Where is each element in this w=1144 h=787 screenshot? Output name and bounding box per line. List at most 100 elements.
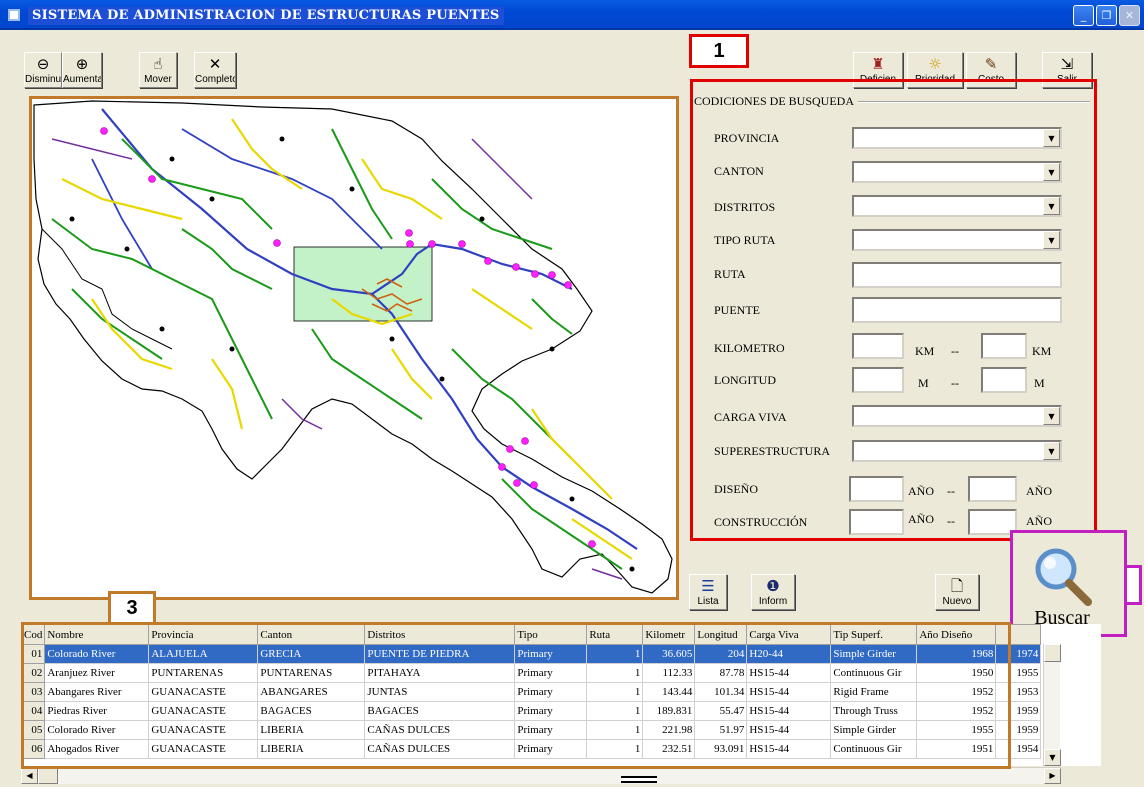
column-header[interactable]: Año Diseño: [916, 624, 997, 645]
table-cell[interactable]: 51.97: [694, 720, 748, 740]
bridge-marker[interactable]: [428, 240, 436, 248]
table-cell[interactable]: CAÑAS DULCES: [364, 720, 516, 740]
scroll-left-icon[interactable]: ◀: [21, 768, 38, 784]
vertical-scrollbar[interactable]: ▼: [1043, 644, 1061, 766]
bridge-marker[interactable]: [513, 479, 521, 487]
table-cell[interactable]: Aranjuez River: [44, 663, 150, 683]
results-grid[interactable]: Cod Nombre Provincia Canton Distritos Tipo Rut…: [21, 624, 1101, 766]
table-cell[interactable]: HS15-44: [746, 720, 832, 740]
column-header[interactable]: Cod: [21, 624, 46, 645]
table-cell[interactable]: PUNTARENAS: [148, 663, 259, 683]
table-cell[interactable]: 232.51: [642, 739, 696, 759]
column-header[interactable]: [995, 624, 1042, 645]
table-cell[interactable]: HS15-44: [746, 663, 832, 683]
column-header[interactable]: Nombre: [44, 624, 150, 645]
row-code-cell[interactable]: 03: [21, 682, 46, 702]
bridge-marker[interactable]: [512, 263, 520, 271]
pan-button[interactable]: ☝ Mover: [139, 52, 177, 88]
table-cell[interactable]: 1955: [916, 720, 997, 740]
table-cell[interactable]: Simple Girder: [830, 720, 918, 740]
table-cell[interactable]: Abangares River: [44, 682, 150, 702]
column-header[interactable]: Tip Superf.: [830, 624, 918, 645]
table-cell[interactable]: 143.44: [642, 682, 696, 702]
bridge-marker[interactable]: [548, 271, 556, 279]
live-load-select[interactable]: ▼: [852, 405, 1062, 427]
chevron-down-icon[interactable]: ▼: [1043, 231, 1060, 249]
construction-from-input[interactable]: [849, 509, 904, 535]
scroll-right-icon[interactable]: ▶: [1044, 768, 1061, 784]
table-cell[interactable]: 1959: [995, 701, 1042, 721]
row-code-cell[interactable]: 04: [21, 701, 46, 721]
horizontal-scrollbar[interactable]: ◀ ▶: [21, 767, 1061, 784]
table-row[interactable]: 01 Colorado River ALAJUELA GRECIA PUENTE DE …: [21, 644, 1042, 664]
table-row[interactable]: 05 Colorado River GUANACASTE LIBERIA CAÑAS D…: [21, 720, 1042, 740]
chevron-down-icon[interactable]: ▼: [1043, 442, 1060, 460]
bridge-marker[interactable]: [458, 240, 466, 248]
row-code-cell[interactable]: 01: [21, 644, 46, 664]
chevron-down-icon[interactable]: ▼: [1043, 197, 1060, 215]
chevron-down-icon[interactable]: ▼: [1043, 129, 1060, 147]
zoom-out-button[interactable]: ⊖ Disminuir: [24, 52, 62, 88]
table-cell[interactable]: GUANACASTE: [148, 682, 259, 702]
table-cell[interactable]: 1959: [995, 720, 1042, 740]
table-cell[interactable]: Primary: [514, 663, 588, 683]
table-cell[interactable]: CAÑAS DULCES: [364, 739, 516, 759]
table-cell[interactable]: Ahogados River: [44, 739, 150, 759]
table-cell[interactable]: BAGACES: [364, 701, 516, 721]
column-header[interactable]: Tipo: [514, 624, 588, 645]
table-cell[interactable]: 1: [586, 720, 644, 740]
table-cell[interactable]: 1: [586, 739, 644, 759]
table-cell[interactable]: 112.33: [642, 663, 696, 683]
horizontal-scroll-thumb[interactable]: [38, 768, 58, 784]
bridge-marker[interactable]: [406, 240, 414, 248]
splitter-handle[interactable]: [621, 776, 657, 783]
column-header[interactable]: Distritos: [364, 624, 516, 645]
design-from-input[interactable]: [849, 476, 904, 502]
column-header[interactable]: Ruta: [586, 624, 644, 645]
chevron-down-icon[interactable]: ▼: [1043, 407, 1060, 425]
table-cell[interactable]: GUANACASTE: [148, 720, 259, 740]
scroll-thumb[interactable]: [1044, 644, 1061, 662]
table-cell[interactable]: 55.47: [694, 701, 748, 721]
table-cell[interactable]: 1953: [995, 682, 1042, 702]
costa-rica-road-map[interactable]: [32, 99, 676, 597]
table-cell[interactable]: Through Truss: [830, 701, 918, 721]
table-cell[interactable]: PITAHAYA: [364, 663, 516, 683]
superstructure-select[interactable]: ▼: [852, 440, 1062, 462]
length-to-input[interactable]: [981, 367, 1027, 393]
table-cell[interactable]: ABANGARES: [257, 682, 366, 702]
bridge-marker[interactable]: [588, 540, 596, 548]
row-code-cell[interactable]: 05: [21, 720, 46, 740]
table-cell[interactable]: HS15-44: [746, 739, 832, 759]
bridge-marker[interactable]: [100, 127, 108, 135]
table-cell[interactable]: 36.605: [642, 644, 696, 664]
bridge-marker[interactable]: [273, 239, 281, 247]
table-cell[interactable]: 101.34: [694, 682, 748, 702]
table-cell[interactable]: 1952: [916, 701, 997, 721]
canton-select[interactable]: ▼: [852, 161, 1062, 183]
kilometer-to-input[interactable]: [981, 333, 1027, 359]
table-cell[interactable]: 1: [586, 663, 644, 683]
districts-select[interactable]: ▼: [852, 195, 1062, 217]
table-cell[interactable]: PUENTE DE PIEDRA: [364, 644, 516, 664]
table-cell[interactable]: Primary: [514, 701, 588, 721]
app-icon[interactable]: [8, 9, 20, 21]
table-cell[interactable]: 87.78: [694, 663, 748, 683]
table-cell[interactable]: Primary: [514, 739, 588, 759]
table-cell[interactable]: GUANACASTE: [148, 739, 259, 759]
bridge-marker[interactable]: [498, 463, 506, 471]
table-row[interactable]: 02 Aranjuez River PUNTARENAS PUNTARENAS PITA…: [21, 663, 1042, 683]
table-cell[interactable]: 1955: [995, 663, 1042, 683]
title-bar[interactable]: SISTEMA DE ADMINISTRACION DE ESTRUCTURAS…: [0, 0, 1144, 30]
chevron-down-icon[interactable]: ▼: [1043, 163, 1060, 181]
maximize-button[interactable]: ❐: [1096, 5, 1117, 26]
scroll-down-icon[interactable]: ▼: [1044, 749, 1061, 766]
full-extent-button[interactable]: ✕ Completo: [194, 52, 236, 88]
bridge-marker[interactable]: [531, 270, 539, 278]
table-row[interactable]: 06 Ahogados River GUANACASTE LIBERIA CAÑAS D…: [21, 739, 1042, 759]
table-cell[interactable]: 1951: [916, 739, 997, 759]
table-cell[interactable]: 93.091: [694, 739, 748, 759]
minimize-button[interactable]: _: [1073, 5, 1094, 26]
table-cell[interactable]: 1950: [916, 663, 997, 683]
table-cell[interactable]: ALAJUELA: [148, 644, 259, 664]
